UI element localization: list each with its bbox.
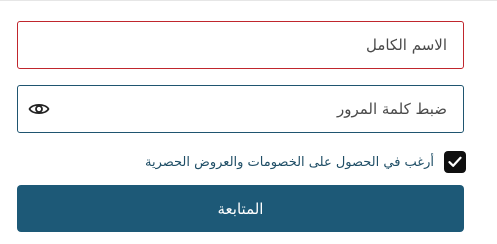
password-input[interactable] <box>18 86 463 132</box>
top-divider <box>0 0 497 1</box>
checkmark-icon <box>448 156 462 167</box>
eye-icon[interactable] <box>28 101 50 117</box>
full-name-field[interactable] <box>17 21 464 69</box>
password-field[interactable] <box>17 85 464 133</box>
offers-opt-in-label[interactable]: أرغب في الحصول على الخصومات والعروض الحص… <box>145 155 434 170</box>
full-name-input[interactable] <box>18 22 463 68</box>
offers-opt-in-row: أرغب في الحصول على الخصومات والعروض الحص… <box>145 149 466 175</box>
offers-opt-in-checkbox[interactable] <box>444 151 466 173</box>
continue-button[interactable]: المتابعة <box>17 185 464 232</box>
